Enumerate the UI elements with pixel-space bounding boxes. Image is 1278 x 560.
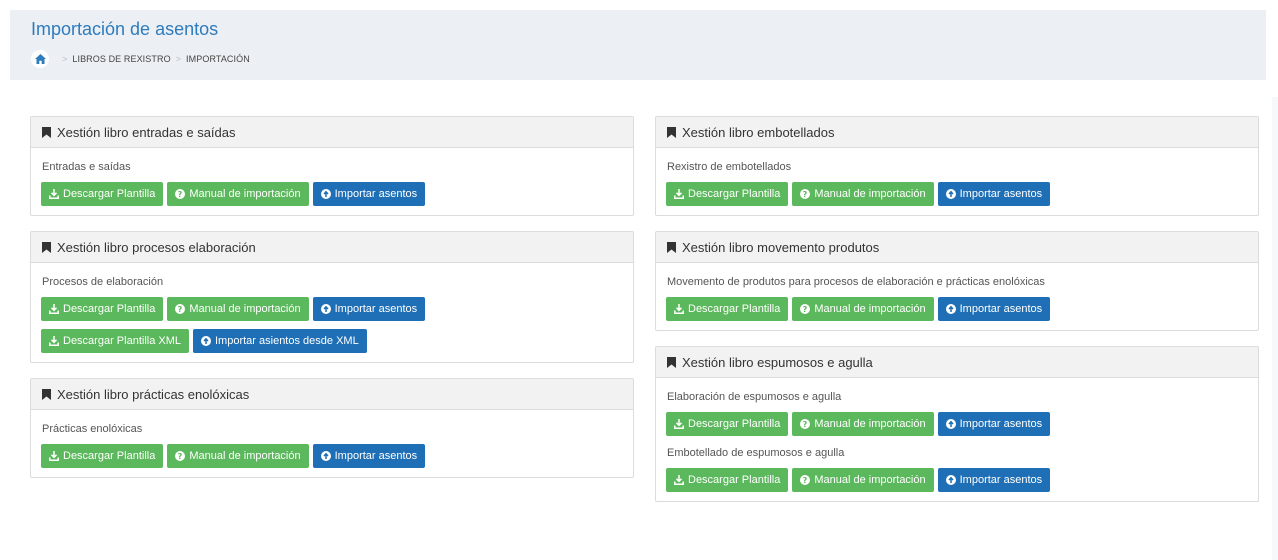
download-icon (49, 336, 59, 346)
import-manual-button[interactable]: ? Manual de importación (792, 297, 934, 321)
bookmark-icon (667, 126, 676, 138)
panel-heading: Xestión libro procesos elaboración (31, 232, 633, 263)
panel-heading: Xestión libro movemento produtos (656, 232, 1258, 263)
svg-text:?: ? (178, 190, 183, 199)
upload-circle-icon (945, 189, 956, 199)
upload-circle-icon (945, 419, 956, 429)
panel-entradas-saidas: Xestión libro entradas e saídas Entradas… (30, 116, 634, 216)
panel-heading: Xestión libro espumosos e agulla (656, 347, 1258, 378)
section-label: Movemento de produtos para procesos de e… (667, 276, 1045, 288)
import-entries-button[interactable]: Importar asentos (937, 412, 1051, 436)
panel-movemento-produtos: Xestión libro movemento produtos Movemen… (655, 231, 1259, 331)
right-column: Xestión libro embotellados Rexistro de e… (655, 116, 1259, 517)
question-circle-icon: ? (800, 419, 811, 429)
download-template-button[interactable]: Descargar Plantilla (41, 444, 164, 468)
import-entries-button[interactable]: Importar asentos (312, 444, 426, 468)
breadcrumb-separator-icon: > (62, 54, 68, 64)
import-entries-xml-button[interactable]: Importar asientos desde XML (193, 329, 367, 353)
upload-circle-icon (201, 336, 211, 346)
download-icon (674, 189, 684, 199)
panel-procesos-elaboracion: Xestión libro procesos elaboración Proce… (30, 231, 634, 363)
panel-espumosos-agulla: Xestión libro espumosos e agulla Elabora… (655, 346, 1259, 502)
svg-text:?: ? (178, 452, 183, 461)
left-column: Xestión libro entradas e saídas Entradas… (30, 116, 634, 493)
panel-heading: Xestión libro prácticas enolóxicas (31, 379, 633, 410)
bookmark-icon (667, 241, 676, 253)
download-icon (49, 189, 59, 199)
import-manual-button[interactable]: ? Manual de importación (792, 468, 934, 492)
page-title: Importación de asentos (31, 19, 219, 39)
home-icon[interactable] (31, 50, 49, 68)
section-label: Procesos de elaboración (42, 276, 164, 288)
panel-heading: Xestión libro entradas e saídas (31, 117, 633, 148)
import-manual-button[interactable]: ? Manual de importación (792, 412, 934, 436)
panel-title: Xestión libro movemento produtos (682, 239, 880, 255)
question-circle-icon: ? (175, 189, 186, 199)
import-manual-button[interactable]: ? Manual de importación (167, 444, 309, 468)
download-template-button[interactable]: Descargar Plantilla (666, 468, 789, 492)
bookmark-icon (42, 241, 51, 253)
page-header: Importación de asentos > LIBROS DE REXIS… (10, 10, 1266, 80)
breadcrumb: > LIBROS DE REXISTRO > IMPORTACIÓN (31, 50, 250, 68)
download-icon (674, 304, 684, 314)
download-template-button[interactable]: Descargar Plantilla (666, 182, 789, 206)
import-entries-button[interactable]: Importar asentos (937, 182, 1051, 206)
question-circle-icon: ? (800, 304, 811, 314)
panel-title: Xestión libro entradas e saídas (57, 124, 236, 140)
download-template-button[interactable]: Descargar Plantilla (666, 297, 789, 321)
import-entries-button[interactable]: Importar asentos (937, 468, 1051, 492)
question-circle-icon: ? (175, 451, 186, 461)
breadcrumb-item-importacion: IMPORTACIÓN (186, 54, 250, 64)
panel-title: Xestión libro embotellados (682, 124, 835, 140)
download-template-xml-button[interactable]: Descargar Plantilla XML (41, 329, 189, 353)
import-entries-button[interactable]: Importar asentos (937, 297, 1051, 321)
download-icon (49, 304, 59, 314)
panel-heading: Xestión libro embotellados (656, 117, 1258, 148)
panel-embotellados: Xestión libro embotellados Rexistro de e… (655, 116, 1259, 216)
panel-practicas-enoloxicas: Xestión libro prácticas enolóxicas Práct… (30, 378, 634, 478)
download-template-button[interactable]: Descargar Plantilla (41, 297, 164, 321)
import-manual-button[interactable]: ? Manual de importación (792, 182, 934, 206)
download-icon (49, 451, 59, 461)
svg-text:?: ? (803, 190, 808, 199)
section-label: Rexistro de embotellados (667, 161, 792, 173)
section-label: Elaboración de espumosos e agulla (667, 391, 842, 403)
upload-circle-icon (945, 475, 956, 485)
panel-title: Xestión libro prácticas enolóxicas (57, 386, 250, 402)
panel-title: Xestión libro procesos elaboración (57, 239, 256, 255)
question-circle-icon: ? (800, 189, 811, 199)
bookmark-icon (42, 388, 51, 400)
section-label: Embotellado de espumosos e agulla (667, 447, 845, 459)
download-template-button[interactable]: Descargar Plantilla (666, 412, 789, 436)
upload-circle-icon (320, 451, 331, 461)
section-label: Prácticas enolóxicas (42, 423, 143, 435)
panel-title: Xestión libro espumosos e agulla (682, 354, 873, 370)
svg-text:?: ? (803, 420, 808, 429)
scrollbar[interactable] (1272, 97, 1278, 560)
svg-text:?: ? (178, 305, 183, 314)
download-template-button[interactable]: Descargar Plantilla (41, 182, 164, 206)
bookmark-icon (667, 356, 676, 368)
question-circle-icon: ? (800, 475, 811, 485)
import-manual-button[interactable]: ? Manual de importación (167, 182, 309, 206)
import-entries-button[interactable]: Importar asentos (312, 297, 426, 321)
import-entries-button[interactable]: Importar asentos (312, 182, 426, 206)
question-circle-icon: ? (175, 304, 186, 314)
svg-text:?: ? (803, 476, 808, 485)
breadcrumb-separator-icon: > (175, 54, 182, 64)
section-label: Entradas e saídas (42, 161, 131, 173)
breadcrumb-item-libros[interactable]: LIBROS DE REXISTRO (72, 54, 170, 64)
upload-circle-icon (320, 304, 331, 314)
import-manual-button[interactable]: ? Manual de importación (167, 297, 309, 321)
upload-circle-icon (945, 304, 956, 314)
svg-text:?: ? (803, 305, 808, 314)
download-icon (674, 475, 684, 485)
upload-circle-icon (320, 189, 331, 199)
download-icon (674, 419, 684, 429)
bookmark-icon (42, 126, 51, 138)
